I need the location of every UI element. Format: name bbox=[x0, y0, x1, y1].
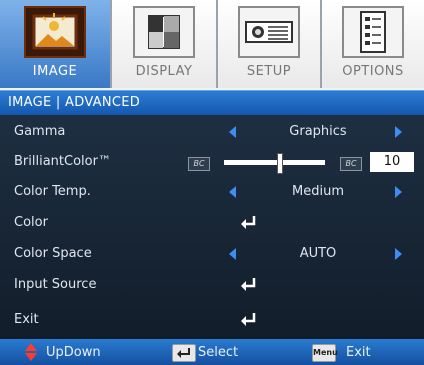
color-space-label: Color Space bbox=[14, 246, 92, 261]
tab-label-options: OPTIONS bbox=[342, 64, 404, 79]
image-icon bbox=[24, 6, 86, 58]
menu-row-gamma[interactable]: Gamma Graphics bbox=[0, 117, 424, 147]
input-source-label: Input Source bbox=[14, 277, 97, 292]
exit-hint: Exit bbox=[346, 345, 371, 360]
submenu-title-bar: IMAGE | ADVANCED bbox=[0, 90, 424, 115]
arrow-right-icon[interactable] bbox=[395, 248, 402, 260]
gamma-value: Graphics bbox=[289, 124, 347, 139]
exit-label: Exit bbox=[14, 312, 39, 327]
tab-label-display: DISPLAY bbox=[135, 64, 193, 79]
menu-row-color-temp[interactable]: Color Temp. Medium bbox=[0, 177, 424, 207]
menu-row-exit[interactable]: Exit bbox=[0, 305, 424, 335]
color-temp-value: Medium bbox=[292, 184, 344, 199]
color-temp-label: Color Temp. bbox=[14, 184, 91, 199]
tab-options[interactable]: OPTIONS bbox=[322, 0, 424, 88]
tab-label-image: IMAGE bbox=[32, 64, 78, 79]
key-hint-bar: UpDown Select Menu Exit bbox=[0, 339, 424, 365]
brilliantcolor-min-icon: BC bbox=[188, 157, 210, 171]
tab-display[interactable]: DISPLAY bbox=[112, 0, 216, 88]
arrow-right-icon[interactable] bbox=[395, 186, 402, 198]
updown-hint: UpDown bbox=[46, 345, 101, 360]
tab-image[interactable]: IMAGE bbox=[0, 0, 110, 88]
menu-row-brilliantcolor[interactable]: BrilliantColor™ BC BC 10 bbox=[0, 147, 424, 177]
brilliantcolor-value: 10 bbox=[370, 152, 414, 172]
tab-label-setup: SETUP bbox=[246, 64, 292, 79]
options-icon bbox=[342, 6, 404, 58]
updown-icon bbox=[25, 343, 37, 361]
brilliantcolor-label: BrilliantColor™ bbox=[14, 154, 111, 169]
enter-icon[interactable] bbox=[239, 213, 259, 233]
menu-row-color-space[interactable]: Color Space AUTO bbox=[0, 239, 424, 269]
brilliantcolor-max-icon: BC bbox=[340, 157, 362, 171]
arrow-left-icon[interactable] bbox=[229, 248, 236, 260]
arrow-left-icon[interactable] bbox=[229, 186, 236, 198]
menu-row-color[interactable]: Color bbox=[0, 208, 424, 238]
enter-icon[interactable] bbox=[239, 310, 259, 330]
menu-key-icon: Menu bbox=[312, 344, 338, 362]
tab-strip: IMAGE DISPLAY SETUP OPTIONS bbox=[0, 0, 424, 88]
settings-menu: Gamma Graphics BrilliantColor™ BC BC 10 … bbox=[0, 115, 424, 339]
page-title: IMAGE | ADVANCED bbox=[8, 95, 141, 110]
slider-thumb[interactable] bbox=[276, 153, 283, 174]
arrow-left-icon[interactable] bbox=[229, 126, 236, 138]
arrow-right-icon[interactable] bbox=[395, 126, 402, 138]
color-label: Color bbox=[14, 215, 48, 230]
projector-osd: IMAGE DISPLAY SETUP OPTIONS IMAGE | ADVA… bbox=[0, 0, 424, 365]
color-space-value: AUTO bbox=[299, 246, 337, 261]
enter-icon[interactable] bbox=[239, 275, 259, 295]
tab-setup[interactable]: SETUP bbox=[218, 0, 320, 88]
menu-row-input-source[interactable]: Input Source bbox=[0, 270, 424, 300]
select-hint: Select bbox=[198, 345, 239, 360]
display-icon bbox=[133, 6, 195, 58]
brilliantcolor-slider[interactable] bbox=[224, 153, 325, 174]
enter-key-icon bbox=[172, 344, 196, 362]
projector-icon bbox=[238, 6, 300, 58]
gamma-label: Gamma bbox=[14, 124, 66, 139]
